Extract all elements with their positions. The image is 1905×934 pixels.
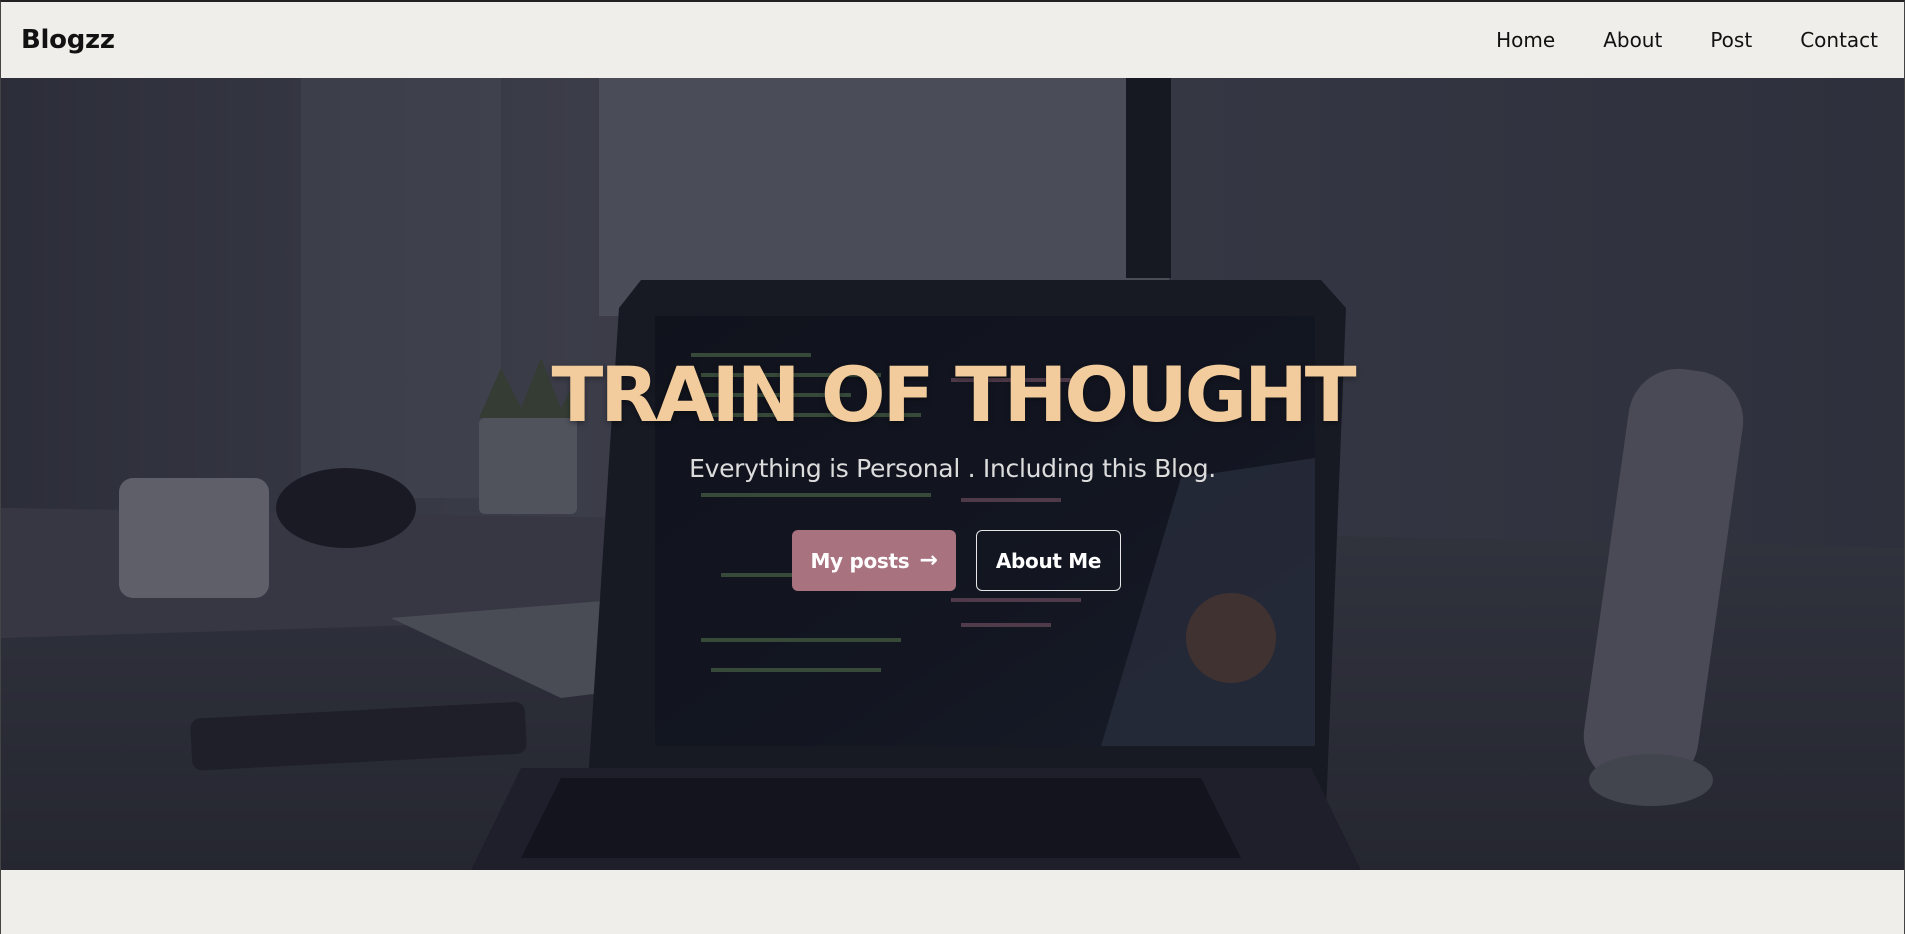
arrow-right-icon: → — [919, 548, 938, 573]
about-me-button[interactable]: About Me — [976, 530, 1121, 591]
nav-link-home[interactable]: Home — [1496, 28, 1555, 52]
my-posts-button[interactable]: My posts → — [792, 530, 956, 591]
hero-section: TRAIN OF THOUGHT Everything is Personal … — [1, 78, 1904, 870]
top-navbar: Blogzz Home About Post Contact — [1, 2, 1904, 78]
hero-title: TRAIN OF THOUGHT — [551, 350, 1356, 439]
nav-link-contact[interactable]: Contact — [1800, 28, 1878, 52]
hero-buttons: My posts → About Me — [1, 530, 1904, 591]
nav-link-post[interactable]: Post — [1710, 28, 1752, 52]
hero-subtitle: Everything is Personal . Including this … — [689, 454, 1216, 483]
page: Blogzz Home About Post Contact TRAIN OF … — [0, 0, 1905, 934]
about-me-label: About Me — [995, 548, 1102, 573]
nav-links: Home About Post Contact — [1448, 28, 1878, 52]
hero-content: TRAIN OF THOUGHT Everything is Personal … — [1, 78, 1904, 870]
nav-link-about[interactable]: About — [1603, 28, 1662, 52]
brand-logo[interactable]: Blogzz — [21, 25, 115, 55]
my-posts-label: My posts — [810, 548, 910, 573]
